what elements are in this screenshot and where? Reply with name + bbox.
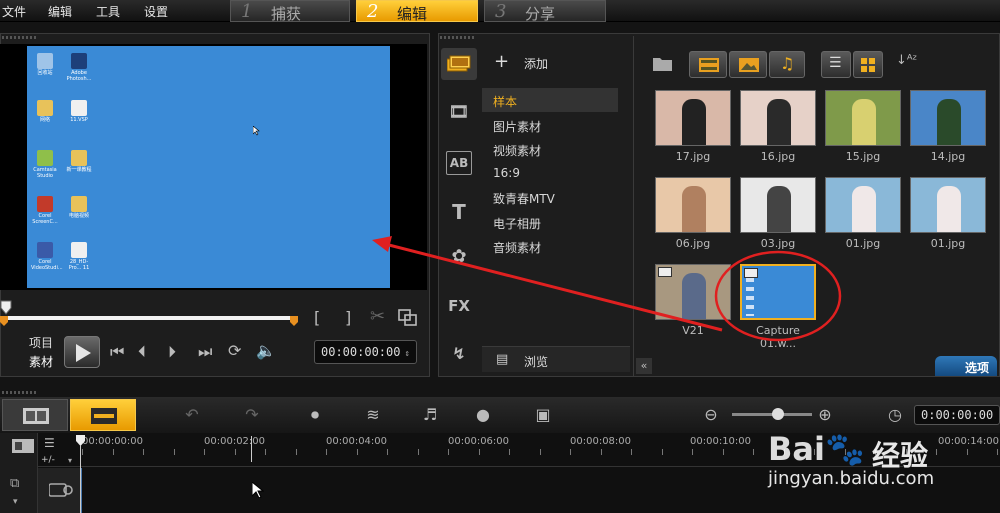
track-list-icon[interactable]: ☰ [44, 436, 55, 450]
ruler-tick [601, 449, 602, 455]
ruler-tick [387, 449, 388, 455]
ruler-tick [448, 449, 449, 455]
track-add-remove[interactable]: +/- [41, 455, 55, 465]
motion-track-icon[interactable]: ● [466, 400, 500, 430]
mouse-cursor-icon [252, 482, 264, 498]
ruler-tick [509, 449, 510, 455]
storyboard-view-button[interactable] [2, 399, 68, 431]
annotation-arrow-head [372, 236, 392, 252]
storyboard-icon [23, 408, 49, 424]
redo-icon[interactable]: ↷ [235, 400, 269, 430]
ruler-tick [265, 449, 266, 455]
auto-music-icon[interactable]: ♬ [413, 400, 447, 430]
watermark-url: jingyan.baidu.com [768, 468, 935, 489]
ruler-tick [570, 449, 571, 455]
ruler-tick [418, 449, 419, 455]
ruler-tick [174, 449, 175, 455]
ruler-label: 00:00:00:00 [82, 436, 144, 447]
ruler-tick [967, 449, 968, 455]
ruler-label: 00:00:04:00 [326, 436, 388, 447]
ruler-tick [662, 449, 663, 455]
ruler-tick [723, 449, 724, 455]
ruler-tick [692, 449, 693, 455]
ruler-tick [357, 449, 358, 455]
ruler-label: 00:00:14:00 [938, 436, 1000, 447]
ruler-label: 00:00:06:00 [448, 436, 510, 447]
ruler-label: 00:00:02:00 [204, 436, 266, 447]
ruler-tick [631, 449, 632, 455]
record-capture-icon[interactable]: ⏺ [298, 400, 332, 430]
ruler-tick [113, 449, 114, 455]
ripple-edit-icon[interactable]: ⧉ [10, 476, 19, 491]
expand-down-icon[interactable]: ▾ [13, 497, 18, 507]
video-track-icon [49, 483, 73, 497]
zoom-in-icon[interactable]: ⊕ [808, 400, 842, 430]
timeline-marker [251, 436, 252, 462]
timeline-view-button[interactable] [70, 399, 136, 431]
track-dropdown-icon[interactable]: ▾ [68, 456, 72, 465]
timeline-icon [91, 408, 117, 424]
annotation-arrow-line [384, 242, 723, 332]
panel-grip[interactable] [2, 391, 38, 394]
ruler-tick [235, 449, 236, 455]
ruler-tick [204, 449, 205, 455]
zoom-out-icon[interactable]: ⊖ [694, 400, 728, 430]
ruler-tick [936, 449, 937, 455]
baidu-logo: Bai🐾 [768, 430, 865, 468]
zoom-slider-thumb[interactable] [772, 408, 784, 420]
ruler-tick [326, 449, 327, 455]
ruler-label: 00:00:08:00 [570, 436, 632, 447]
annotation-circle [714, 250, 842, 342]
ruler-tick [143, 449, 144, 455]
ruler-label: 00:00:10:00 [690, 436, 752, 447]
ruler-tick [479, 449, 480, 455]
track-manager-icon[interactable] [12, 439, 34, 453]
subtitle-editor-icon[interactable]: ▣ [526, 400, 560, 430]
ruler-tick [296, 449, 297, 455]
timecode-text: 0:00:00:00 [921, 408, 994, 422]
ruler-tick [997, 449, 998, 455]
audio-waveform-icon[interactable]: ≋ [356, 400, 390, 430]
ruler-tick [540, 449, 541, 455]
timeline-playhead-icon[interactable] [76, 435, 86, 513]
timeline-toolbar [0, 397, 1000, 433]
timeline-timecode[interactable]: 0:00:00:00 [914, 405, 1000, 425]
clock-icon[interactable]: ◷ [878, 400, 912, 430]
ruler-tick [753, 449, 754, 455]
undo-icon[interactable]: ↶ [175, 400, 209, 430]
